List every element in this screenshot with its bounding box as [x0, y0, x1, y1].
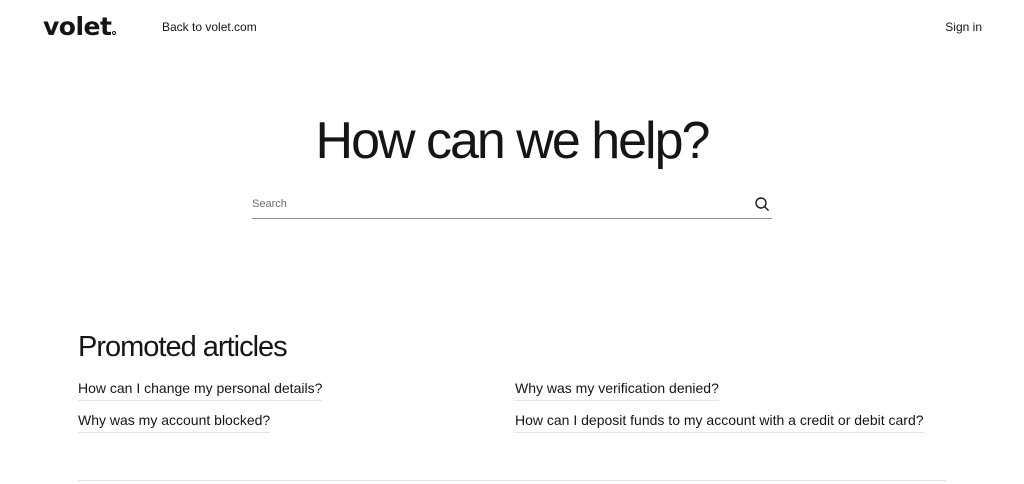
- search-input[interactable]: [252, 192, 742, 216]
- promoted-article-link[interactable]: Why was my account blocked?: [78, 411, 271, 433]
- section-divider: [78, 480, 946, 481]
- search-bar: [252, 192, 772, 219]
- promoted-article-link[interactable]: How can I deposit funds to my account wi…: [515, 411, 924, 433]
- logo-registered-mark: [112, 31, 117, 35]
- hero-title: How can we help?: [315, 112, 711, 170]
- promoted-articles-heading: Promoted articles: [78, 331, 288, 363]
- search-icon[interactable]: [754, 196, 770, 212]
- promoted-article-link[interactable]: How can I change my personal details?: [78, 379, 323, 401]
- volet-logo[interactable]: volet: [43, 12, 117, 42]
- help-center-page: volet Back to volet.com Sign in How can …: [0, 0, 1024, 484]
- promoted-article-link[interactable]: Why was my verification denied?: [515, 379, 719, 401]
- back-to-site-link[interactable]: Back to volet.com: [162, 19, 257, 35]
- logo-text: volet: [43, 12, 112, 41]
- sign-in-link[interactable]: Sign in: [945, 19, 982, 35]
